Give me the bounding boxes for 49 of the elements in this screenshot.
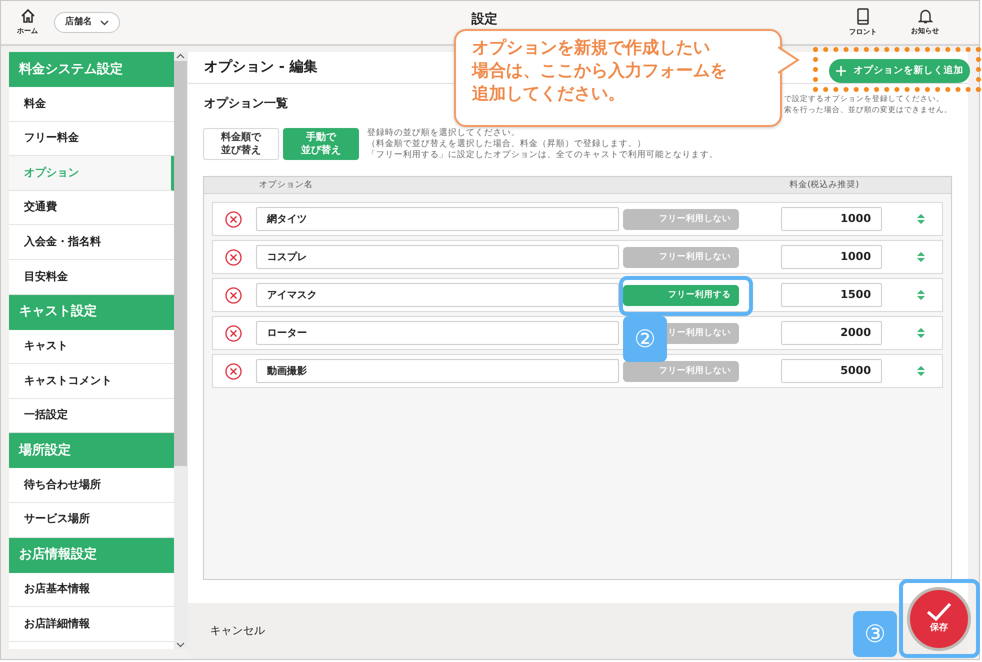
delete-icon[interactable]	[225, 248, 242, 266]
callout-text: 追加してください。	[472, 82, 626, 106]
sidebar-section-header: 場所設定	[9, 433, 174, 468]
sidebar-item[interactable]: キャスト	[9, 330, 174, 364]
check-icon	[926, 602, 952, 622]
step-number-tooltip: ②	[623, 316, 667, 362]
column-header: オプション名	[259, 178, 313, 192]
tablet-icon	[857, 8, 869, 25]
list-title: オプション一覧	[204, 95, 288, 112]
column-header: 料金(税込み推奨)	[789, 178, 859, 192]
sidebar-section-header: 料金システム設定	[9, 52, 174, 87]
delete-icon[interactable]	[225, 210, 242, 228]
plus-icon	[836, 66, 846, 76]
sidebar-section-header: お店情報設定	[9, 538, 174, 573]
sidebar-item[interactable]: お店基本情報	[9, 572, 174, 608]
name-field[interactable]: コスプレ	[256, 245, 619, 269]
delete-icon[interactable]	[225, 362, 242, 380]
chevron-down-icon	[100, 20, 109, 26]
delete-icon[interactable]	[225, 286, 242, 304]
sort-handle-icon[interactable]	[916, 365, 926, 377]
sort-handle-icon[interactable]	[916, 289, 926, 301]
name-field[interactable]: アイマスク	[256, 283, 619, 307]
sort-handle-icon[interactable]	[916, 251, 926, 263]
delete-icon[interactable]	[225, 324, 242, 342]
price-field[interactable]: 1500	[781, 283, 882, 307]
sort-handle-icon[interactable]	[916, 213, 926, 225]
price-field[interactable]: 2000	[781, 321, 882, 345]
scroll-down-icon[interactable]	[176, 640, 186, 649]
home-icon	[20, 8, 36, 24]
step-number-tooltip: ③	[853, 611, 897, 657]
help-text: 登録時の並び順を選択してください。 （料金順で並び替えを選択した場合、料金（昇順）で登録します。） 「フリー利用する」に設定したオプションは、全てのキャストで利用可能となります。	[367, 128, 718, 162]
scrollbar[interactable]	[174, 52, 188, 649]
sidebar-section-header: キャスト設定	[9, 294, 174, 330]
name-field[interactable]: 動画撮影	[256, 359, 619, 383]
store-select[interactable]: 店舗名	[54, 12, 120, 34]
sort-handle-icon[interactable]	[916, 327, 926, 339]
scroll-up-icon[interactable]	[176, 52, 186, 61]
price-field[interactable]: 5000	[781, 359, 882, 383]
price-field[interactable]: 1000	[781, 245, 882, 269]
sidebar-item[interactable]: フリー料金	[9, 122, 174, 156]
callout-text: 場合は、ここから入力フォームを	[472, 60, 728, 83]
page-title: 設定	[472, 10, 498, 29]
callout-text: オプションを新規で作成したい	[472, 37, 711, 60]
name-field[interactable]: ローター	[256, 321, 619, 345]
price-field[interactable]: 1000	[781, 207, 882, 231]
bell-icon	[918, 8, 932, 24]
cancel-link[interactable]: キャンセル	[210, 622, 265, 640]
sort-button[interactable]: 料金順で 並び替え	[203, 128, 279, 160]
name-field[interactable]: 網タイツ	[256, 207, 619, 231]
